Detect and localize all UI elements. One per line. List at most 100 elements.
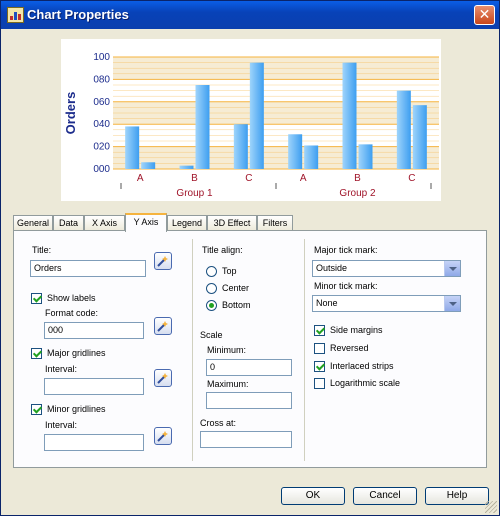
minor-tick-select[interactable]: None xyxy=(312,295,461,312)
x-category-label: C xyxy=(408,173,415,184)
minor-interval-wizard-button[interactable] xyxy=(154,427,172,445)
x-group-label: Group 1 xyxy=(176,188,213,199)
x-group-label: Group 2 xyxy=(339,188,376,199)
minor-gridlines-checkbox[interactable] xyxy=(31,404,42,415)
align-top-label: Top xyxy=(222,266,237,276)
bar xyxy=(249,62,264,169)
bar xyxy=(396,90,411,169)
wand-icon xyxy=(157,373,168,384)
tab-data[interactable]: Data xyxy=(53,215,84,231)
bar xyxy=(358,144,373,169)
x-category-label: C xyxy=(245,173,252,184)
minor-tick-label: Minor tick mark: xyxy=(314,281,378,291)
x-category-label: B xyxy=(354,173,361,184)
minor-interval-label: Interval: xyxy=(45,420,78,430)
show-labels-checkbox[interactable] xyxy=(31,293,42,304)
major-interval-input[interactable] xyxy=(44,378,144,395)
title-bar[interactable]: Chart Properties ✕ xyxy=(1,1,499,29)
scale-label: Scale xyxy=(200,330,223,340)
bar xyxy=(342,62,357,169)
align-center-label: Center xyxy=(222,283,250,293)
minor-gridlines-label: Minor gridlines xyxy=(47,404,106,414)
format-code-input[interactable]: 000 xyxy=(44,322,144,339)
tab-filters[interactable]: Filters xyxy=(257,215,293,231)
column-divider xyxy=(192,239,193,461)
cross-at-label: Cross at: xyxy=(200,418,237,428)
major-gridlines-label: Major gridlines xyxy=(47,348,106,358)
resize-grip[interactable] xyxy=(485,501,497,513)
tab-3d-effect[interactable]: 3D Effect xyxy=(207,215,257,231)
title-label: Title: xyxy=(32,245,52,255)
close-button[interactable]: ✕ xyxy=(474,5,495,25)
y-tick-label: 060 xyxy=(93,97,110,108)
help-button[interactable]: Help xyxy=(425,487,489,505)
title-input[interactable]: Orders xyxy=(30,260,146,277)
align-center-radio[interactable] xyxy=(206,283,217,294)
show-labels-label: Show labels xyxy=(47,293,96,303)
x-category-label: B xyxy=(191,173,198,184)
tab-y-axis[interactable]: Y Axis xyxy=(125,213,167,232)
y-tick-label: 000 xyxy=(93,164,110,175)
align-bottom-label: Bottom xyxy=(222,300,251,310)
format-code-wizard-button[interactable] xyxy=(154,317,172,335)
y-tick-label: 080 xyxy=(93,74,110,85)
major-tick-label: Major tick mark: xyxy=(314,245,378,255)
chevron-down-icon[interactable] xyxy=(444,296,460,311)
chart-app-icon xyxy=(7,7,24,23)
chart-svg: 000 020 040 060 080 100 Orders A B C A B C Group 1 Gro… xyxy=(63,52,439,199)
cancel-button[interactable]: Cancel xyxy=(353,487,417,505)
maximum-input[interactable] xyxy=(206,392,292,409)
bar xyxy=(288,134,303,169)
title-align-label: Title align: xyxy=(202,245,243,255)
format-code-label: Format code: xyxy=(45,308,99,318)
minor-interval-input[interactable] xyxy=(44,434,144,451)
major-interval-wizard-button[interactable] xyxy=(154,369,172,387)
align-top-radio[interactable] xyxy=(206,266,217,277)
side-margins-label: Side margins xyxy=(330,325,383,335)
major-gridlines-checkbox[interactable] xyxy=(31,348,42,359)
tab-legend[interactable]: Legend xyxy=(167,215,207,231)
y-tick-label: 020 xyxy=(93,142,110,153)
bar xyxy=(179,165,194,169)
interlaced-strips-checkbox[interactable] xyxy=(314,361,325,372)
y-tick-label: 100 xyxy=(93,52,110,63)
logarithmic-scale-checkbox[interactable] xyxy=(314,378,325,389)
cross-at-input[interactable] xyxy=(200,431,292,448)
column-divider xyxy=(304,239,305,461)
minimum-input[interactable]: 0 xyxy=(206,359,292,376)
reversed-checkbox[interactable] xyxy=(314,343,325,354)
window-title: Chart Properties xyxy=(27,7,129,22)
y-axis-title: Orders xyxy=(63,92,78,135)
x-category-label: A xyxy=(137,173,144,184)
reversed-label: Reversed xyxy=(330,343,369,353)
major-tick-value: Outside xyxy=(316,263,348,273)
minor-tick-value: None xyxy=(316,298,338,308)
bar xyxy=(141,162,156,169)
bar xyxy=(304,145,319,169)
bar xyxy=(412,105,427,169)
bar xyxy=(195,85,210,169)
side-margins-checkbox[interactable] xyxy=(314,325,325,336)
major-tick-select[interactable]: Outside xyxy=(312,260,461,277)
chart-preview: 000 020 040 060 080 100 Orders A B C A B C Group 1 Gro… xyxy=(61,39,441,201)
bar xyxy=(233,124,248,169)
bar xyxy=(125,126,140,169)
title-wizard-button[interactable] xyxy=(154,252,172,270)
chart-properties-dialog: Chart Properties ✕ 000 020 040 060 080 100 Ord… xyxy=(0,0,500,516)
tab-general[interactable]: General xyxy=(13,215,53,231)
wand-icon xyxy=(157,256,168,267)
major-interval-label: Interval: xyxy=(45,364,78,374)
maximum-label: Maximum: xyxy=(207,379,249,389)
minimum-label: Minimum: xyxy=(207,345,247,355)
y-tick-label: 040 xyxy=(93,119,110,130)
y-axis-panel: Title: Orders Show labels Format code: 0… xyxy=(13,230,487,468)
chevron-down-icon[interactable] xyxy=(444,261,460,276)
interlaced-strips-label: Interlaced strips xyxy=(330,361,394,371)
logarithmic-scale-label: Logarithmic scale xyxy=(330,378,401,388)
x-category-label: A xyxy=(300,173,307,184)
wand-icon xyxy=(157,321,168,332)
tab-x-axis[interactable]: X Axis xyxy=(84,215,125,231)
ok-button[interactable]: OK xyxy=(281,487,345,505)
wand-icon xyxy=(157,431,168,442)
align-bottom-radio[interactable] xyxy=(206,300,217,311)
